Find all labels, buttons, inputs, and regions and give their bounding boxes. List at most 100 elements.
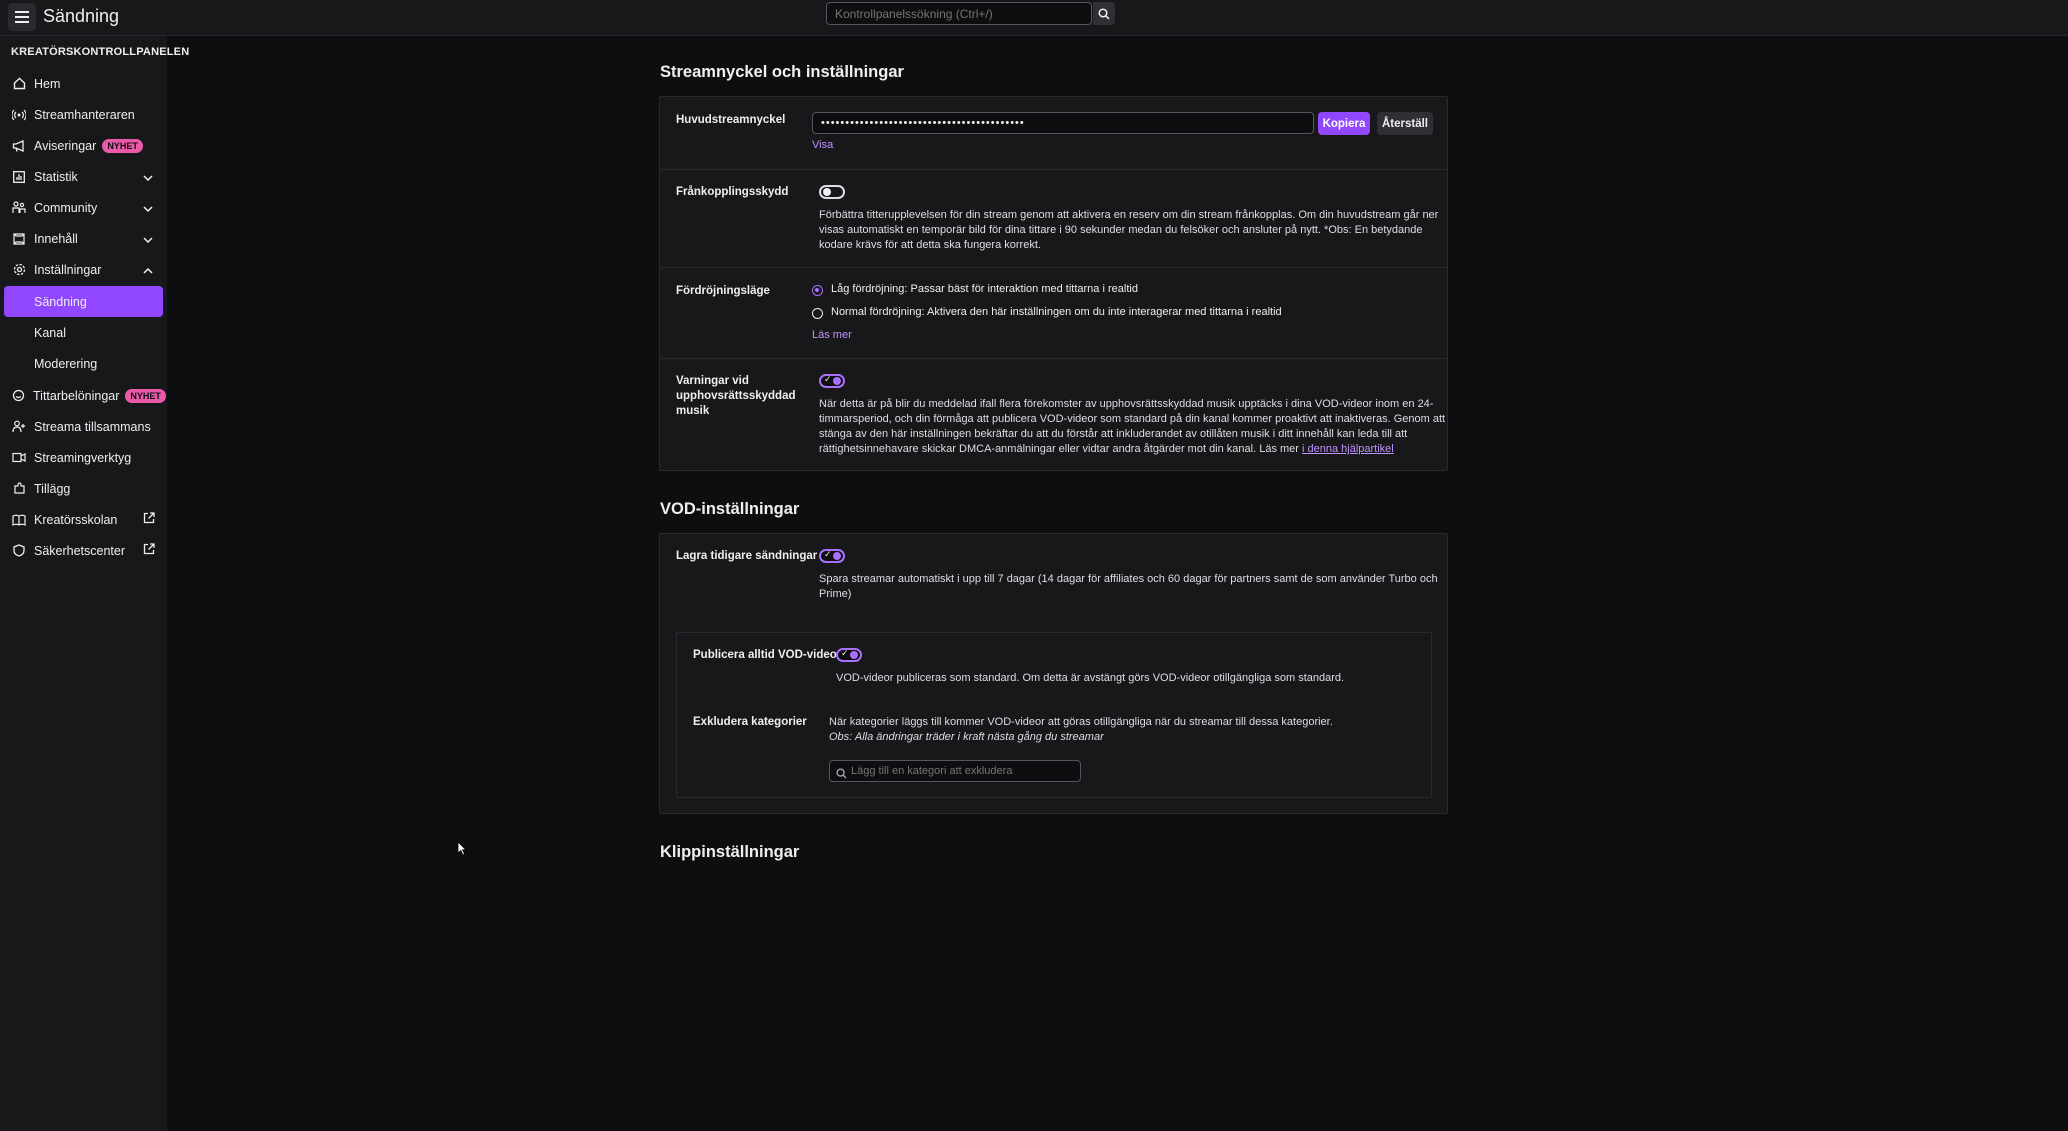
disconnect-desc-line-1: Förbättra titterupplevelsen för din stre… [819,209,1439,221]
shield-icon [12,544,26,558]
reset-button[interactable]: Återställ [1377,112,1433,135]
normal-latency-label: Normal fördröjning: Aktivera den här ins… [831,306,1282,318]
community-icon [12,201,26,215]
music-label-line-1: Varningar vid [676,375,749,387]
show-key-link[interactable]: Visa [812,139,833,151]
vod-publish-subcard: Publicera alltid VOD-videor ✓ VOD-videor… [676,632,1432,798]
chart-icon [12,170,26,184]
camera-icon [12,451,26,465]
sidebar-item-home[interactable]: Hem [4,68,163,99]
disconnect-protection-label: Frånkopplingsskydd [676,186,789,198]
sidebar-item-label: Tillägg [34,481,71,496]
always-publish-desc: VOD-videor publiceras som standard. Om d… [836,672,1345,684]
sidebar-item-label: Sändning [34,294,87,309]
add-user-icon [12,420,26,434]
disconnect-protection-row: Frånkopplingsskydd Förbättra titterupple… [660,169,1447,267]
disconnect-desc-line-2: visas automatiskt en temporär bild för d… [819,224,1423,236]
music-label-line-3: musik [676,405,710,417]
sidebar-item-label: Hem [34,76,61,91]
stream-settings-card: Huvudstreamnyckel Kopiera Återställ Visa… [659,96,1448,471]
music-warnings-row: Varningar vid upphovsrättsskyddad musik … [660,358,1447,471]
sidebar-item-label: Tittarbelöningar [33,388,120,403]
disconnect-desc-line-3: kodare krävs för att detta ska fungera k… [819,239,1041,251]
search-icon [836,766,847,782]
sidebar-item-streaming-tools[interactable]: Streamingverktyg [4,442,163,473]
external-link-icon [143,543,155,558]
content-icon [12,232,26,246]
sidebar-item-channel[interactable]: Kanal [4,317,163,348]
copy-button[interactable]: Kopiera [1318,112,1370,135]
sidebar: KREATÖRSKONTROLLPANELEN Hem Streamhanter… [0,36,189,1131]
sidebar-item-statistics[interactable]: Statistik [4,161,163,192]
sidebar-item-label: Streamingverktyg [34,450,132,465]
sidebar-item-extensions[interactable]: Tillägg [4,473,163,504]
stream-key-row: Huvudstreamnyckel Kopiera Återställ Visa [660,97,1447,169]
store-broadcasts-toggle[interactable]: ✓ [819,549,845,563]
top-bar: Sändning [0,0,2068,36]
disconnect-protection-toggle[interactable] [819,185,845,199]
sidebar-item-label: Innehåll [34,231,78,246]
sidebar-item-label: Statistik [34,169,78,184]
store-desc-line-2: Prime) [819,588,852,600]
vod-section-title: VOD-inställningar [660,500,800,518]
music-desc-line-2: timmarsperiod, och din förmåga att publi… [819,413,1446,425]
sidebar-heading: KREATÖRSKONTROLLPANELEN [11,46,190,58]
sidebar-item-label: Streamhanteraren [34,107,135,122]
broadcast-icon [12,108,26,122]
chevron-up-icon [143,263,153,277]
music-label-line-2: upphovsrättsskyddad [676,390,796,402]
dashboard-search-input[interactable] [826,2,1092,25]
sidebar-item-stream-together[interactable]: Streama tillsammans [4,411,163,442]
sidebar-item-creator-camp[interactable]: Kreatörsskolan [4,504,163,535]
exclude-category-search-input[interactable] [829,760,1081,782]
sidebar-item-viewer-rewards[interactable]: Tittarbelöningar NYHET [4,380,166,411]
home-icon [12,77,26,91]
chevron-down-icon [143,170,153,184]
help-article-link[interactable]: i denna hjälpartikel [1302,443,1394,455]
sidebar-item-label: Säkerhetscenter [34,543,126,558]
sidebar-item-label: Inställningar [34,262,102,277]
main-content: Streamnyckel och inställningar Huvudstre… [167,36,2068,1131]
sidebar-item-broadcast[interactable]: Sändning [4,286,163,317]
book-icon [12,513,26,527]
exclude-categories-label: Exkludera kategorier [693,716,807,728]
chevron-down-icon [143,201,153,215]
stream-key-label: Huvudstreamnyckel [676,114,786,126]
sidebar-item-settings[interactable]: Inställningar [4,254,163,285]
gear-icon [12,263,26,277]
sidebar-item-content[interactable]: Innehåll [4,223,163,254]
external-link-icon [143,512,155,527]
music-desc-line-1: När detta är på blir du meddelad ifall f… [819,398,1434,410]
always-publish-label: Publicera alltid VOD-videor [693,649,842,661]
sidebar-item-stream-manager[interactable]: Streamhanteraren [4,99,163,130]
sidebar-item-moderation[interactable]: Moderering [4,348,163,379]
music-desc-line-4: rättighetsinnehavare skickar DMCA-anmäln… [819,443,1394,455]
sidebar-item-safety-center[interactable]: Säkerhetscenter [4,535,163,566]
music-warnings-toggle[interactable]: ✓ [819,374,845,388]
normal-latency-radio[interactable] [812,308,823,319]
store-desc-line-1: Spara streamar automatiskt i upp till 7 … [819,573,1438,585]
mouse-cursor-icon [457,841,467,859]
search-icon[interactable] [1093,2,1115,25]
low-latency-radio[interactable] [812,285,823,296]
low-latency-label: Låg fördröjning: Passar bäst för interak… [831,283,1138,295]
music-warnings-label: Varningar vid upphovsrättsskyddad musik [676,374,796,419]
latency-mode-row: Fördröjningsläge Låg fördröjning: Passar… [660,267,1447,358]
sidebar-item-community[interactable]: Community [4,192,163,223]
always-publish-toggle[interactable]: ✓ [836,648,862,662]
exclude-categories-desc: När kategorier läggs till kommer VOD-vid… [829,716,1333,728]
music-desc-line-3: stänga av den här inställningen bekräfta… [819,428,1408,440]
sidebar-item-alerts[interactable]: Aviseringar NYHET [4,130,163,161]
stream-key-field[interactable] [812,112,1314,134]
chevron-down-icon [143,232,153,246]
stream-key-section-title: Streamnyckel och inställningar [660,63,904,81]
puzzle-icon [12,482,26,496]
hamburger-menu-icon[interactable] [8,3,36,31]
vod-settings-card: Lagra tidigare sändningar ✓ Spara stream… [659,533,1448,814]
megaphone-icon [12,139,26,153]
exclude-categories-note: Obs: Alla ändringar träder i kraft nästa… [829,731,1104,743]
sidebar-item-label: Kanal [34,325,66,340]
sidebar-item-label: Community [34,200,98,215]
read-more-link[interactable]: Läs mer [812,329,852,341]
new-badge: NYHET [125,388,166,403]
